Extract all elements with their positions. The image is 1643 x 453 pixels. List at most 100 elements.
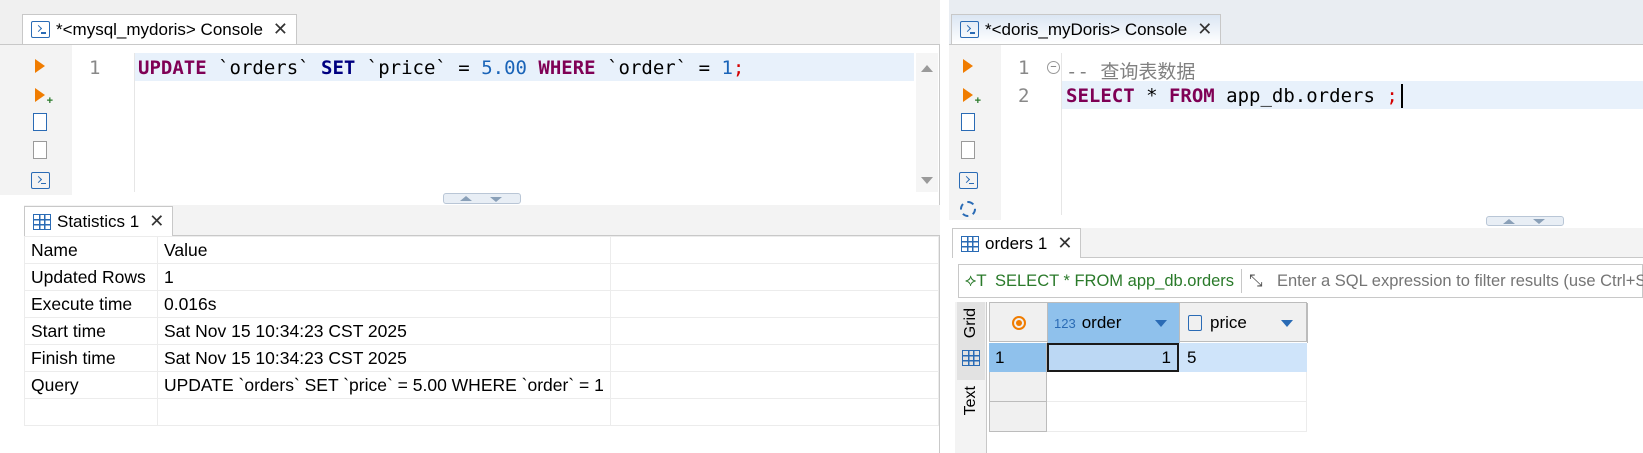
sql-text-token: `price` = [355, 57, 482, 79]
left-results-tabstrip: Statistics 1 ✕ [24, 205, 940, 236]
tab-orders-1[interactable]: orders 1 ✕ [952, 228, 1082, 258]
execute-statement-button[interactable] [30, 56, 50, 76]
scroll-up-icon[interactable] [921, 65, 933, 72]
results-grid: 123 order price 1 1 5 [989, 302, 1643, 453]
statistics-table: Name Value Updated Rows 1 Execute time 0… [24, 236, 940, 426]
scroll-down-icon[interactable] [921, 177, 933, 184]
empty-cell [156, 398, 611, 426]
show-output-button[interactable] [30, 170, 50, 190]
sql-text-token: `order` = [595, 57, 722, 79]
column-header-order[interactable]: 123 order [1048, 303, 1180, 343]
show-output-button[interactable] [958, 170, 978, 190]
empty-cell [609, 344, 940, 372]
table-row [24, 398, 940, 426]
table-row[interactable]: Start time Sat Nov 15 10:34:23 CST 2025 [24, 317, 940, 345]
right-line-gutter: 1 2 − [1004, 53, 1062, 215]
document-icon [33, 141, 47, 159]
grid-cell-price[interactable]: 5 [1179, 343, 1307, 372]
collapse-down-icon[interactable] [490, 197, 502, 202]
vtab-grid[interactable]: Grid [957, 302, 985, 380]
empty-row [1047, 372, 1307, 402]
play-icon [963, 88, 973, 102]
collapse-up-icon[interactable] [460, 196, 472, 201]
text-cursor [1401, 84, 1403, 108]
editor-results-sash[interactable] [443, 193, 521, 204]
script-icon [961, 113, 975, 131]
play-icon [35, 88, 45, 102]
play-icon [35, 59, 45, 73]
settings-button[interactable] [958, 199, 978, 219]
sort-dropdown-icon[interactable] [1155, 319, 1167, 327]
row-number[interactable]: 1 [989, 343, 1047, 372]
close-icon[interactable]: ✕ [149, 211, 164, 232]
plus-icon: + [974, 95, 981, 107]
sql-query-icon: ⟡T [965, 271, 987, 290]
stat-value: Sat Nov 15 10:34:23 CST 2025 [156, 317, 611, 345]
left-console-pane: *<mysql_mydoris> Console ✕ + 1 UPDATE `o… [0, 0, 940, 453]
stat-name: Start time [24, 317, 158, 345]
results-filter-bar: ⟡T SELECT * FROM app_db.orders ⤡ [958, 264, 1643, 298]
right-editor-toolbar: + [949, 45, 1001, 220]
console-icon [958, 171, 978, 189]
empty-cell [609, 236, 940, 264]
sql-editor-left[interactable]: UPDATE `orders` SET `price` = 5.00 WHERE… [138, 57, 744, 79]
collapse-down-icon[interactable] [1533, 219, 1545, 224]
fold-icon[interactable]: − [1047, 61, 1060, 74]
row-header-corner[interactable] [990, 303, 1048, 343]
close-icon[interactable]: ✕ [273, 19, 288, 40]
execute-script-button[interactable] [30, 112, 50, 132]
sql-text-token: * [1134, 85, 1169, 107]
document-icon [961, 141, 975, 159]
table-row[interactable]: Finish time Sat Nov 15 10:34:23 CST 2025 [24, 344, 940, 372]
tab-statistics-1[interactable]: Statistics 1 ✕ [24, 206, 174, 236]
tab-orders-label: orders 1 [985, 233, 1048, 253]
empty-row-header [989, 372, 1047, 402]
sql-kw-token: SELECT [1066, 85, 1135, 107]
stat-name: Execute time [24, 290, 158, 318]
sql-text-token: app_db.orders [1214, 85, 1387, 107]
divider [1241, 269, 1242, 293]
execute-script-button[interactable] [958, 112, 978, 132]
editor-results-sash[interactable] [1486, 216, 1564, 226]
editor-vertical-scrollbar[interactable] [916, 53, 938, 192]
grid-cell-order[interactable]: 1 [1047, 343, 1179, 372]
collapse-up-icon[interactable] [1503, 219, 1515, 224]
row-number-label: 1 [995, 348, 1005, 367]
column-header-name: Name [24, 236, 158, 264]
vtab-grid-label: Grid [962, 308, 979, 339]
active-query-label[interactable]: SELECT * FROM app_db.orders [995, 272, 1234, 291]
sql-punct-token: ; [1386, 85, 1398, 107]
empty-cell [609, 398, 940, 426]
tab-doris-console[interactable]: *<doris_myDoris> Console ✕ [951, 14, 1222, 44]
sql-kw2-token: SET [321, 57, 356, 79]
stat-name: Query [24, 371, 158, 399]
vtab-text[interactable]: Text [957, 386, 985, 453]
left-line-gutter: 1 [75, 53, 135, 192]
stat-value: Sat Nov 15 10:34:23 CST 2025 [156, 344, 611, 372]
sql-text-token [527, 57, 538, 79]
explain-plan-button[interactable] [30, 140, 50, 160]
filter-expression-input[interactable] [1277, 268, 1643, 294]
execute-in-new-tab-button[interactable]: + [30, 85, 53, 107]
close-icon[interactable]: ✕ [1197, 19, 1212, 40]
record-mode-icon [1011, 316, 1026, 330]
empty-row-header [989, 402, 1047, 432]
execute-in-new-tab-button[interactable]: + [958, 85, 981, 107]
table-row[interactable]: Execute time 0.016s [24, 290, 940, 318]
table-row[interactable]: Updated Rows 1 [24, 263, 940, 291]
sql-comment-line[interactable]: -- 查询表数据 [1066, 57, 1195, 84]
tab-mysql-console[interactable]: *<mysql_mydoris> Console ✕ [22, 14, 298, 44]
right-console-pane: *<doris_myDoris> Console ✕ + 1 2 − -- 查询… [949, 0, 1643, 453]
plus-icon: + [46, 95, 53, 107]
execute-statement-button[interactable] [958, 56, 978, 76]
gear-icon [960, 201, 976, 217]
close-icon[interactable]: ✕ [1057, 233, 1072, 254]
expand-icon[interactable]: ⤡ [1249, 271, 1263, 291]
grid-icon [33, 213, 51, 230]
column-header-price[interactable]: price [1180, 303, 1308, 343]
sort-dropdown-icon[interactable] [1281, 319, 1293, 327]
sql-editor-right[interactable]: SELECT * FROM app_db.orders ; [1066, 85, 1398, 107]
explain-plan-button[interactable] [958, 140, 978, 160]
table-row[interactable]: Query UPDATE `orders` SET `price` = 5.00… [24, 371, 940, 399]
sql-punct-token: ; [732, 57, 745, 79]
